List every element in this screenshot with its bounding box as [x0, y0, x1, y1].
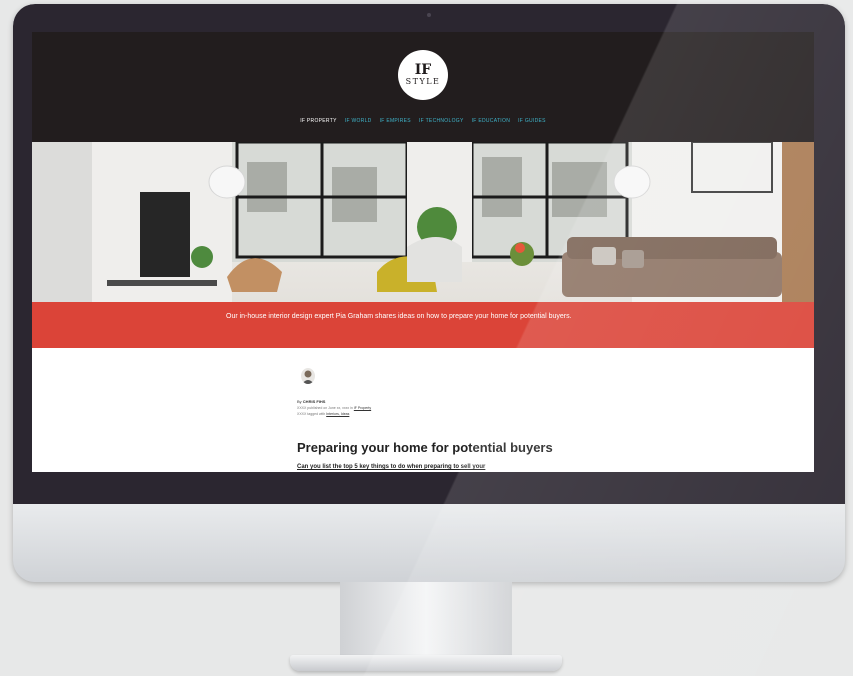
monitor-stand-base: [290, 655, 562, 671]
logo-mark: IF: [414, 62, 432, 78]
author-name[interactable]: CHRIS FIHS: [303, 399, 326, 404]
site-logo[interactable]: IF STYLE: [398, 50, 448, 100]
browser-screen: IF STYLE IF PROPERTY IF WORLD IF EMPIRES…: [32, 32, 814, 472]
nav-item-property[interactable]: IF PROPERTY: [300, 118, 337, 124]
article-title: Preparing your home for potential buyers: [297, 440, 553, 455]
publish-meta: XXXX published on June xx, xxxx in IF Pr…: [297, 406, 371, 410]
nav-item-guides[interactable]: IF GUIDES: [518, 118, 546, 124]
byline-prefix: By: [297, 399, 302, 404]
logo-wordmark: STYLE: [405, 77, 441, 86]
nav-item-education[interactable]: IF EDUCATION: [472, 118, 511, 124]
nav-item-empires[interactable]: IF EMPIRES: [380, 118, 411, 124]
monitor-chin: [13, 504, 845, 582]
article-lead[interactable]: Can you list the top 5 key things to do …: [297, 464, 485, 470]
hero-banner: Our in-house interior design expert Pia …: [32, 302, 814, 348]
author-photo: [302, 370, 314, 384]
author-avatar: [301, 368, 315, 384]
banner-text: Our in-house interior design expert Pia …: [226, 313, 572, 320]
article-byline: By CHRIS FIHS: [297, 399, 325, 404]
nav-item-technology[interactable]: IF TECHNOLOGY: [419, 118, 464, 124]
site-header: IF STYLE IF PROPERTY IF WORLD IF EMPIRES…: [32, 32, 814, 142]
monitor-stand-neck: [340, 582, 512, 660]
tags-link[interactable]: Interiors, Ideas: [326, 412, 349, 416]
tag-meta: XXXX tagged with Interiors, Ideas: [297, 412, 349, 416]
living-room-illustration: [32, 142, 814, 302]
category-link[interactable]: IF Property: [354, 406, 371, 410]
publish-date: XXXX published on June xx, xxxx in: [297, 406, 353, 410]
camera-dot: [427, 13, 431, 17]
nav-item-world[interactable]: IF WORLD: [345, 118, 372, 124]
main-nav: IF PROPERTY IF WORLD IF EMPIRES IF TECHN…: [32, 118, 814, 124]
hero-image: [32, 142, 814, 302]
tags-label: XXXX tagged with: [297, 412, 326, 416]
